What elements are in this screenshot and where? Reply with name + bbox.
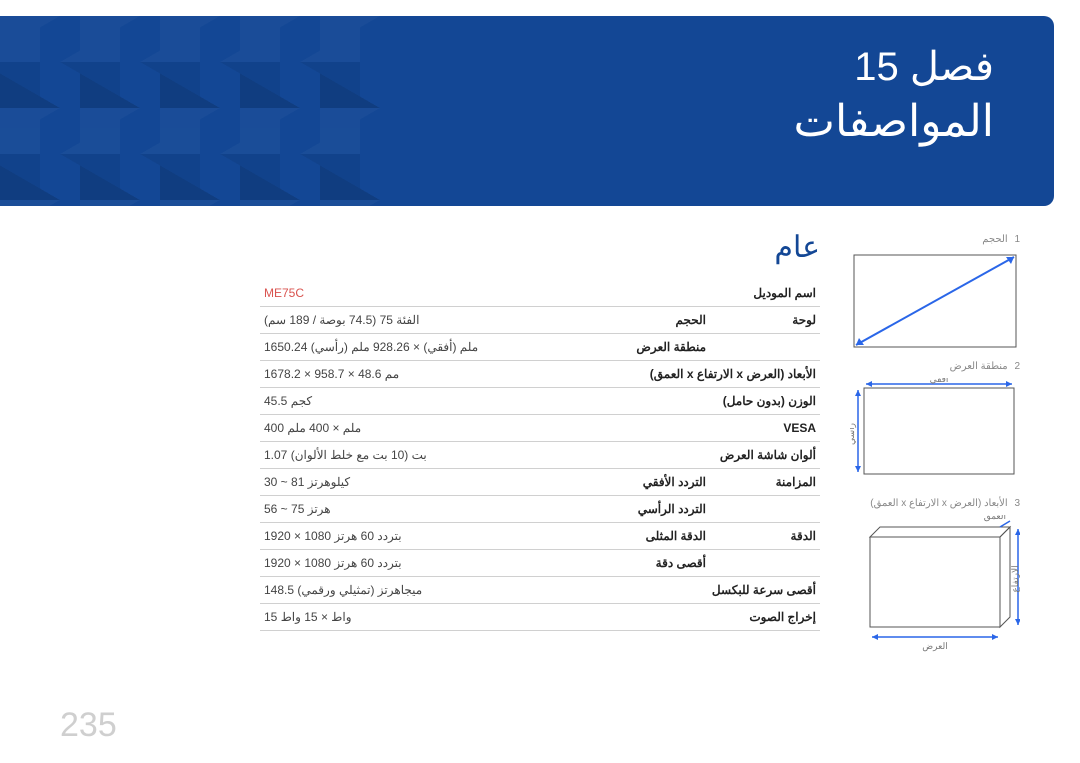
table-row: الأبعاد (العرض x الارتفاع x العمق)1678.2… — [260, 361, 820, 388]
v-axis-label: رأسي — [850, 423, 857, 445]
chapter-number-line: فصل 15 — [0, 44, 994, 90]
row-label: ألوان شاشة العرض — [570, 442, 820, 469]
table-row: ألوان شاشة العرض1.07 بت (10 بت مع خلط ال… — [260, 442, 820, 469]
diagram-1-caption: 1 الحجم — [845, 234, 1020, 245]
row-value: 1920 × 1080 بتردد 60 هرتز — [260, 523, 570, 550]
row-value: 1.07 بت (10 بت مع خلط الألوان) — [260, 442, 570, 469]
row-label: الدقة — [710, 523, 820, 550]
row-label: VESA — [570, 415, 820, 442]
area-diagram: أفقي رأسي — [850, 378, 1020, 488]
size-diagram — [850, 251, 1020, 351]
row-value: 30 ~ 81 كيلوهرتز — [260, 469, 570, 496]
row-label — [710, 550, 820, 577]
table-row: الدقةالدقة المثلى1920 × 1080 بتردد 60 هر… — [260, 523, 820, 550]
row-label: المزامنة — [710, 469, 820, 496]
depth-label: العمق — [984, 515, 1006, 522]
row-label: الأبعاد (العرض x الارتفاع x العمق) — [570, 361, 820, 388]
row-label — [710, 496, 820, 523]
row-label: أقصى سرعة للبكسل — [570, 577, 820, 604]
diagram-3-caption: 3 الأبعاد (العرض x الارتفاع x العمق) — [845, 498, 1020, 509]
row-value: الفئة 75 (74.5 بوصة / 189 سم) — [260, 307, 570, 334]
row-value: 45.5 كجم — [260, 388, 570, 415]
row-value: 1650.24 ملم (أفقي) × 928.26 ملم (رأسي) — [260, 334, 570, 361]
row-label: إخراج الصوت — [570, 604, 820, 631]
table-row: التردد الرأسي56 ~ 75 هرتز — [260, 496, 820, 523]
spec-table: اسم الموديل ME75C لوحةالحجمالفئة 75 (74.… — [260, 280, 820, 631]
row-value: 15 واط × 15 واط — [260, 604, 570, 631]
diagram-sidebar: 1 الحجم 2 منطقة العرض أفقي — [845, 230, 1020, 655]
chapter-number: 15 — [854, 45, 899, 89]
model-name-label: اسم الموديل — [570, 280, 820, 307]
table-row: إخراج الصوت15 واط × 15 واط — [260, 604, 820, 631]
diagram-2-caption: 2 منطقة العرض — [845, 361, 1020, 372]
model-name: ME75C — [260, 280, 570, 307]
row-value: 148.5 ميجاهرتز (تمثيلي ورقمي) — [260, 577, 570, 604]
row-sublabel: التردد الرأسي — [570, 496, 710, 523]
row-value: 56 ~ 75 هرتز — [260, 496, 570, 523]
table-row: أقصى سرعة للبكسل148.5 ميجاهرتز (تمثيلي و… — [260, 577, 820, 604]
row-label: الوزن (بدون حامل) — [570, 388, 820, 415]
dimensions-diagram: العرض الارتفاع العمق — [850, 515, 1020, 655]
row-label: لوحة — [710, 307, 820, 334]
width-label: العرض — [922, 641, 947, 652]
row-sublabel: الحجم — [570, 307, 710, 334]
table-row: لوحةالحجمالفئة 75 (74.5 بوصة / 189 سم) — [260, 307, 820, 334]
height-label: الارتفاع — [1010, 565, 1020, 592]
h-axis-label: أفقي — [930, 378, 949, 384]
row-sublabel: أقصى دقة — [570, 550, 710, 577]
page-number: 235 — [60, 706, 117, 745]
chapter-banner: فصل 15 المواصفات — [0, 16, 1054, 206]
row-value: 1920 × 1080 بتردد 60 هرتز — [260, 550, 570, 577]
row-sublabel: منطقة العرض — [570, 334, 710, 361]
table-row: أقصى دقة1920 × 1080 بتردد 60 هرتز — [260, 550, 820, 577]
row-sublabel: الدقة المثلى — [570, 523, 710, 550]
row-value: 400 ملم × 400 ملم — [260, 415, 570, 442]
chapter-title: المواصفات — [0, 96, 994, 147]
table-row: منطقة العرض1650.24 ملم (أفقي) × 928.26 م… — [260, 334, 820, 361]
table-row: المزامنةالتردد الأفقي30 ~ 81 كيلوهرتز — [260, 469, 820, 496]
table-row: الوزن (بدون حامل)45.5 كجم — [260, 388, 820, 415]
table-row: VESA400 ملم × 400 ملم — [260, 415, 820, 442]
row-label — [710, 334, 820, 361]
row-sublabel: التردد الأفقي — [570, 469, 710, 496]
section-title: عام — [774, 230, 820, 265]
chapter-prefix: فصل — [910, 45, 994, 89]
row-value: 1678.2 × 958.7 × 48.6 مم — [260, 361, 570, 388]
